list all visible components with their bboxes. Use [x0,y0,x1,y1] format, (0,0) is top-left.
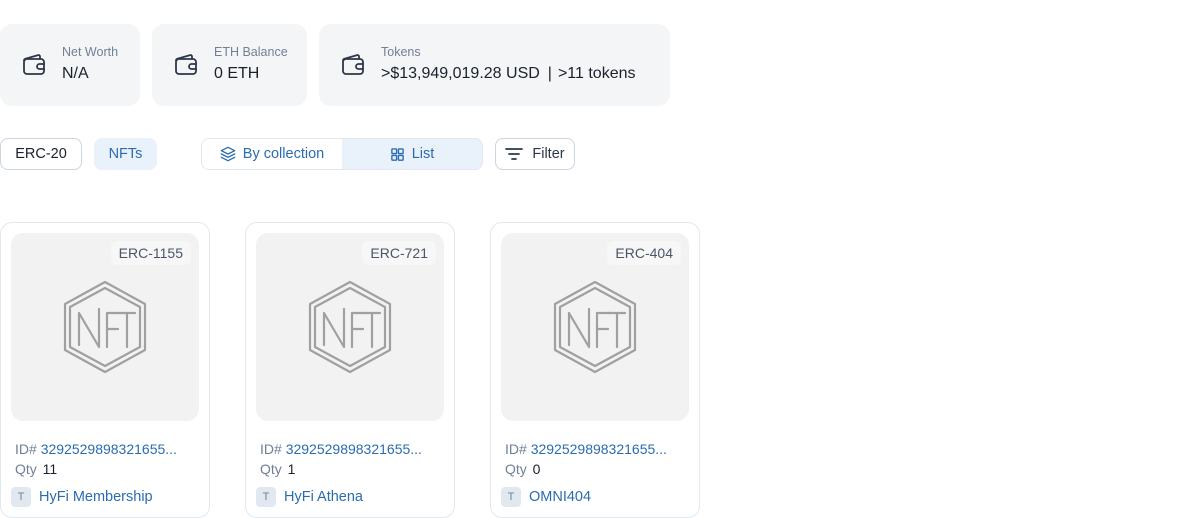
by-collection-button[interactable]: By collection [202,139,342,169]
qty-value: 0 [532,461,541,477]
tokens-usd-value: >$13,949,019.28 USD [381,65,540,82]
list-label: List [411,146,435,162]
net-worth-card: Net Worth N/A [0,24,140,106]
collection-avatar: T [256,487,276,507]
list-button[interactable]: List [342,139,482,169]
token-standard-badge: ERC-1155 [110,241,191,265]
eth-balance-label: ETH Balance [214,45,288,59]
nft-id: ID# 3292529898321655... [505,439,689,459]
filter-label: Filter [532,146,565,162]
nft-card[interactable]: ERC-721 ID# 3292529898321655... Qty 1 T … [245,222,455,518]
tokens-value-row: >$13,949,019.28 USD | >11 tokens [381,62,636,86]
qty-label: Qty [505,461,527,477]
nft-image[interactable]: ERC-1155 [11,233,199,421]
nft-image[interactable]: ERC-404 [501,233,689,421]
collection-name: HyFi Membership [39,489,153,505]
nft-id-link[interactable]: 3292529898321655... [531,441,667,457]
collection-name: HyFi Athena [284,489,363,505]
nft-id: ID# 3292529898321655... [15,439,199,459]
qty-value: 11 [42,461,58,477]
nft-placeholder-icon [63,280,147,374]
eth-balance-card: ETH Balance 0 ETH [152,24,307,106]
nft-placeholder-icon [308,280,392,374]
collection-avatar: T [501,487,521,507]
token-standard-badge: ERC-404 [607,241,681,265]
nft-id: ID# 3292529898321655... [260,439,444,459]
collection-link[interactable]: T HyFi Membership [11,487,153,507]
nft-quantity: Qty 11 [15,459,57,479]
nft-card[interactable]: ERC-1155 ID# 3292529898321655... Qty 11 … [0,222,210,518]
qty-label: Qty [15,461,37,477]
tokens-count: >11 tokens [557,65,636,82]
nft-quantity: Qty 0 [505,459,540,479]
eth-balance-value: 0 ETH [214,65,260,82]
filter-icon [505,148,524,160]
nft-card[interactable]: ERC-404 ID# 3292529898321655... Qty 0 T … [490,222,700,518]
qty-label: Qty [260,461,282,477]
net-worth-value: N/A [62,65,89,82]
collection-name: OMNI404 [529,489,592,505]
tokens-label: Tokens [381,45,421,59]
tokens-separator: | [547,65,552,82]
id-label: ID# [15,441,37,457]
nft-quantity: Qty 1 [260,459,295,479]
nft-id-link[interactable]: 3292529898321655... [286,441,422,457]
nft-image[interactable]: ERC-721 [256,233,444,421]
id-label: ID# [260,441,282,457]
wallet-icon [342,54,364,75]
grid-icon [390,147,404,161]
nft-placeholder-icon [553,280,637,374]
collection-link[interactable]: T OMNI404 [501,487,591,507]
wallet-icon [23,54,45,75]
net-worth-label: Net Worth [62,45,119,59]
tab-erc20[interactable]: ERC-20 [0,138,82,170]
layers-icon [220,146,236,162]
collection-link[interactable]: T HyFi Athena [256,487,363,507]
by-collection-label: By collection [242,146,325,162]
wallet-icon [175,54,197,75]
token-standard-badge: ERC-721 [362,241,436,265]
collection-avatar: T [11,487,31,507]
nft-id-link[interactable]: 3292529898321655... [41,441,177,457]
view-toggle: By collection List [201,138,483,170]
filter-button[interactable]: Filter [495,138,575,170]
id-label: ID# [505,441,527,457]
tab-nfts[interactable]: NFTs [94,138,157,170]
qty-value: 1 [287,461,296,477]
tokens-card[interactable]: Tokens >$13,949,019.28 USD | >11 tokens [319,24,670,106]
